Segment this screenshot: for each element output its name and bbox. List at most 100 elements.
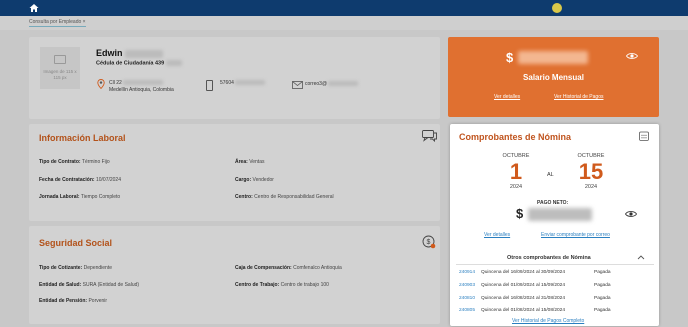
field-label: Fecha de Contratación: (39, 177, 95, 183)
compensation-fund: Caja de Compensación: Comfenalco Antioqu… (235, 265, 342, 271)
laboral-title: Información Laboral (39, 133, 126, 143)
full-history-link[interactable]: Ver Historial de Pagos Completo (512, 318, 584, 324)
calendar-icon[interactable] (639, 131, 649, 141)
redacted-salary (518, 51, 588, 64)
field-label: Centro: (235, 194, 253, 200)
field-value: 10/07/2024 (95, 177, 121, 183)
chevron-up-icon[interactable] (637, 254, 645, 260)
tab-consulta-empleado[interactable]: Consulta por Empleado × (29, 19, 86, 27)
voucher-status: Pagada (594, 270, 611, 275)
avatar-placeholder-text: Imagen de 115 x 115 px (43, 69, 77, 80)
voucher-id-link[interactable]: 240805 (459, 308, 481, 313)
position: Cargo: Vendedor (235, 177, 274, 183)
field-label: Tipo de Cotizante: (39, 265, 83, 271)
redacted-email (328, 81, 359, 87)
voucher-row[interactable]: 240914 Quincena del 16/09/2024 al 30/09/2… (459, 270, 611, 275)
address-line2: Medellín Antioquia, Colombia (109, 87, 174, 93)
salary-history-link[interactable]: Ver Historial de Pagos (554, 94, 603, 100)
location-pin-icon (97, 79, 105, 89)
email-address: correo3@ (305, 81, 328, 87)
avatar: Imagen de 115 x 115 px (40, 47, 80, 89)
employee-name: Edwin (96, 48, 164, 58)
svg-text:$: $ (427, 239, 431, 246)
other-vouchers-title: Otros comprobantes de Nómina (507, 255, 591, 261)
field-label: Cargo: (235, 177, 252, 183)
address: Cll 22 Medellín Antioquia, Colombia (109, 80, 174, 94)
cedula-text: Cédula de Ciudadanía 439 (96, 60, 165, 67)
top-navbar (0, 0, 688, 16)
redacted-address (123, 80, 164, 86)
voucher-period: Quincena del 01/08/2024 al 15/08/2024 (481, 308, 566, 313)
voucher-row[interactable]: 240805 Quincena del 01/08/2024 al 15/08/2… (459, 308, 611, 313)
contributor-type: Tipo de Cotizante: Dependiente (39, 265, 112, 271)
email: correo3@ (305, 81, 359, 88)
from-year: 2024 (509, 184, 523, 190)
tab-strip: Consulta por Empleado × (0, 16, 688, 30)
net-pay-label: PAGO NETO: (537, 200, 569, 206)
tab-label: Consulta por Empleado (29, 19, 82, 25)
field-value: Término Fijo (81, 159, 110, 165)
work-center: Centro de Trabajo: Centro de trabajo 100 (235, 282, 329, 288)
contract-type: Tipo de Contrato: Término Fijo (39, 159, 110, 165)
eye-icon[interactable] (625, 210, 637, 218)
voucher-id-link[interactable]: 240903 (459, 283, 481, 288)
salary-label: Salario Mensual (523, 73, 584, 82)
send-voucher-link[interactable]: Enviar comprobante por correo (541, 232, 610, 238)
eye-icon[interactable] (626, 52, 638, 60)
employee-id: Cédula de Ciudadanía 439 (96, 60, 183, 67)
field-label: Tipo de Contrato: (39, 159, 81, 165)
field-value: Dependiente (83, 265, 112, 271)
hire-date: Fecha de Contratación: 10/07/2024 (39, 177, 121, 183)
field-label: Entidad de Salud: (39, 282, 82, 288)
voucher-status: Pagada (594, 283, 611, 288)
voucher-period: Quincena del 01/09/2024 al 15/09/2024 (481, 283, 566, 288)
nomina-title: Comprobantes de Nómina (459, 132, 572, 142)
field-label: Área: (235, 159, 248, 165)
chat-icon (422, 130, 437, 142)
redacted-id (166, 60, 183, 66)
from-day: 1 (509, 159, 523, 184)
voucher-id-link[interactable]: 240810 (459, 296, 481, 301)
field-value: Vendedor (252, 177, 274, 183)
area: Área: Ventas (235, 159, 264, 165)
nomina-details-link[interactable]: Ver detalles (484, 232, 510, 238)
phone-number: 57604 (220, 80, 234, 86)
profile-card (29, 37, 440, 119)
net-pay-currency: $ (516, 206, 524, 221)
field-value: Porvenir (88, 298, 108, 304)
redacted-lastname (125, 49, 164, 58)
phone-icon (206, 80, 213, 91)
home-icon[interactable] (29, 3, 39, 13)
pension-entity: Entidad de Pensión: Porvenir (39, 298, 107, 304)
money-settings-icon: $ (422, 235, 436, 249)
field-value: Ventas (249, 159, 265, 165)
field-label: Entidad de Pensión: (39, 298, 88, 304)
center: Centro: Centro de Responsabilidad Genera… (235, 194, 334, 200)
health-entity: Entidad de Salud: SURA (Entidad de Salud… (39, 282, 139, 288)
divider (456, 264, 654, 265)
social-title: Seguridad Social (39, 238, 113, 248)
redacted-net-pay (528, 208, 592, 221)
field-value: Comfenalco Antioquia (293, 265, 342, 271)
phone: 57604 (220, 80, 266, 87)
field-label: Centro de Trabajo: (235, 282, 280, 288)
field-value: Centro de Responsabilidad General (254, 194, 334, 200)
field-value: SURA (Entidad de Salud) (82, 282, 140, 288)
salary-currency: $ (506, 50, 514, 65)
field-label: Caja de Compensación: (235, 265, 292, 271)
field-label: Jornada Laboral: (39, 194, 80, 200)
address-line1: Cll 22 (109, 80, 122, 86)
voucher-period: Quincena del 16/09/2024 al 30/09/2024 (481, 270, 566, 275)
voucher-period: Quincena del 16/08/2024 al 31/08/2024 (481, 296, 566, 301)
work-schedule: Jornada Laboral: Tiempo Completo (39, 194, 120, 200)
voucher-status: Pagada (594, 296, 611, 301)
voucher-row[interactable]: 240810 Quincena del 16/08/2024 al 31/08/2… (459, 296, 611, 301)
mail-icon (292, 81, 303, 89)
employee-first-name: Edwin (96, 48, 123, 58)
field-value: Tiempo Completo (80, 194, 121, 200)
notification-badge[interactable] (552, 3, 562, 13)
salary-details-link[interactable]: Ver detalles (494, 94, 520, 100)
voucher-row[interactable]: 240903 Quincena del 01/09/2024 al 15/09/2… (459, 283, 611, 288)
voucher-id-link[interactable]: 240914 (459, 270, 481, 275)
to-day: 15 (578, 159, 604, 184)
